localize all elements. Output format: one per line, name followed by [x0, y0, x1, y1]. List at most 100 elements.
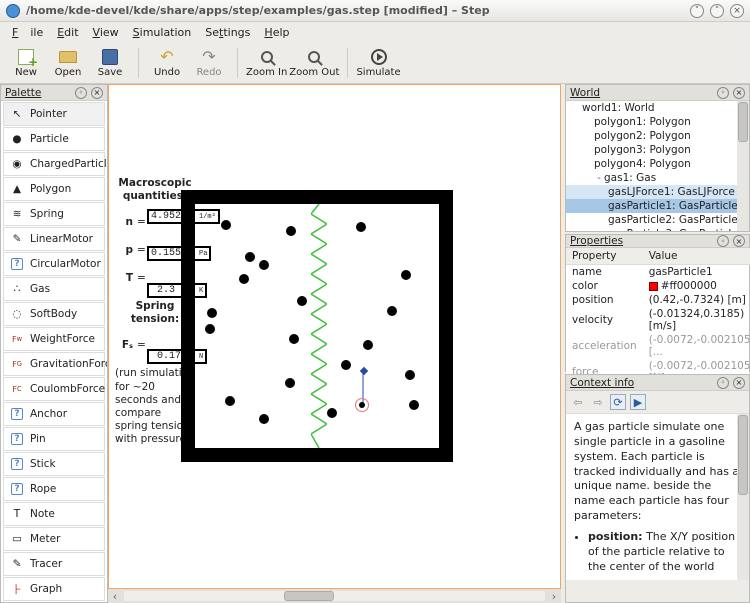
prop-row[interactable]: namegasParticle1 — [566, 265, 750, 280]
prop-row[interactable]: color#ff000000 — [566, 279, 750, 293]
menu-edit[interactable]: Edit — [51, 24, 84, 41]
zoom-out-icon — [308, 51, 320, 63]
canvas-hscroll[interactable]: ‹ › — [108, 589, 561, 603]
tree-item-selected[interactable]: gasParticle1: GasParticle — [566, 199, 749, 213]
open-button[interactable]: Open — [48, 44, 88, 82]
tree-item[interactable]: gasLJForce1: GasLJForce — [566, 185, 749, 199]
menu-file[interactable]: File — [6, 24, 49, 41]
tree-item[interactable]: world1: World — [566, 101, 749, 115]
tree-item[interactable]: -gas1: Gas — [566, 171, 749, 185]
close-icon[interactable]: × — [730, 4, 744, 18]
context-bullet: position: The X/Y position of the partic… — [588, 530, 741, 575]
scroll-right-icon[interactable]: › — [547, 590, 561, 603]
panel-close-icon[interactable]: × — [733, 87, 745, 99]
palette-item-pointer[interactable]: ↖Pointer — [3, 102, 105, 126]
palette-item-graph[interactable]: ⺊Graph — [3, 577, 105, 601]
stick-icon: ? — [10, 457, 24, 471]
maximize-icon[interactable]: ˄ — [710, 4, 724, 18]
panel-detach-icon[interactable]: ◦ — [717, 377, 729, 389]
palette-item-meter[interactable]: ▭Meter — [3, 527, 105, 551]
palette-item-pin[interactable]: ?Pin — [3, 427, 105, 451]
undo-icon: ↶ — [158, 48, 176, 66]
zoom-in-icon — [261, 51, 273, 63]
prop-row[interactable]: position(0.42,-0.7324) [m] — [566, 293, 750, 307]
palette-item-note[interactable]: TNote — [3, 502, 105, 526]
selected-particle[interactable] — [359, 402, 365, 408]
panel-close-icon[interactable]: × — [91, 87, 103, 99]
tree-item[interactable]: polygon2: Polygon — [566, 129, 749, 143]
palette-item-weightforce[interactable]: FwWeightForce — [3, 327, 105, 351]
ctx-forward-button[interactable]: ⇨ — [590, 394, 606, 410]
new-button[interactable]: New — [6, 44, 46, 82]
window-title: /home/kde-devel/kde/share/apps/step/exam… — [26, 4, 684, 17]
panel-detach-icon[interactable]: ◦ — [75, 87, 87, 99]
tree-item[interactable]: polygon1: Polygon — [566, 115, 749, 129]
palette-item-anchor[interactable]: ?Anchor — [3, 402, 105, 426]
panel-close-icon[interactable]: × — [733, 377, 745, 389]
meter-icon: ▭ — [10, 532, 24, 546]
zoom-out-button[interactable]: Zoom Out — [289, 44, 339, 82]
world-vscroll[interactable] — [737, 101, 749, 231]
world-title: World — [570, 87, 713, 99]
tracer-icon: ✎ — [10, 557, 24, 571]
ctx-execute-button[interactable]: ▶ — [630, 394, 646, 410]
save-button[interactable]: Save — [90, 44, 130, 82]
palette-item-rope[interactable]: ?Rope — [3, 477, 105, 501]
charged-particle-icon: ◉ — [10, 157, 24, 171]
minimize-icon[interactable]: ˅ — [690, 4, 704, 18]
palette-item-linearmotor[interactable]: ✎LinearMotor — [3, 227, 105, 251]
col-property[interactable]: Property — [566, 248, 643, 265]
pin-icon: ? — [10, 432, 24, 446]
prop-row[interactable]: velocity(-0.01324,0.3185) [m/s] — [566, 307, 750, 333]
ctx-sync-button[interactable]: ⟳ — [610, 394, 626, 410]
new-icon — [18, 49, 34, 65]
open-icon — [59, 51, 77, 63]
col-value[interactable]: Value — [643, 248, 750, 265]
simulation-canvas[interactable]: Macroscopic quantities: n= p= T= Spring … — [108, 84, 561, 589]
context-vscroll[interactable] — [737, 414, 749, 580]
gas-box — [181, 190, 453, 462]
context-title: Context info — [570, 377, 713, 389]
menu-simulation[interactable]: Simulation — [127, 24, 198, 41]
tree-item[interactable]: gasParticle2: GasParticle — [566, 213, 749, 227]
palette-item-gas[interactable]: ∴Gas — [3, 277, 105, 301]
graph-icon: ⺊ — [10, 582, 24, 596]
ctx-back-button[interactable]: ⇦ — [570, 394, 586, 410]
spring-icon: ≋ — [10, 207, 24, 221]
zoom-in-button[interactable]: Zoom In — [246, 44, 287, 82]
polygon-icon: ▲ — [10, 182, 24, 196]
menubar: File Edit View Simulation Settings Help — [0, 22, 750, 42]
palette-item-gravitationforce[interactable]: FGGravitationForce — [3, 352, 105, 376]
menu-view[interactable]: View — [87, 24, 125, 41]
tree-item[interactable]: gasParticle3: GasParticle — [566, 227, 749, 231]
world-tree[interactable]: world1: World polygon1: Polygon polygon2… — [566, 101, 749, 231]
color-swatch — [649, 282, 658, 291]
play-icon — [371, 49, 387, 65]
redo-button[interactable]: ↷Redo — [189, 44, 229, 82]
redo-icon: ↷ — [200, 48, 218, 66]
scroll-left-icon[interactable]: ‹ — [108, 590, 122, 603]
menu-settings[interactable]: Settings — [199, 24, 256, 41]
panel-detach-icon[interactable]: ◦ — [717, 87, 729, 99]
undo-button[interactable]: ↶Undo — [147, 44, 187, 82]
palette-item-softbody[interactable]: ◌SoftBody — [3, 302, 105, 326]
palette-item-circularmotor[interactable]: ?CircularMotor — [3, 252, 105, 276]
palette-item-polygon[interactable]: ▲Polygon — [3, 177, 105, 201]
palette-item-spring[interactable]: ≋Spring — [3, 202, 105, 226]
world-panel: World ◦ × world1: World polygon1: Polygo… — [565, 84, 750, 232]
toolbar: New Open Save ↶Undo ↷Redo Zoom In Zoom O… — [0, 42, 750, 84]
menu-help[interactable]: Help — [258, 24, 295, 41]
panel-close-icon[interactable]: × — [733, 235, 745, 247]
tree-item[interactable]: polygon4: Polygon — [566, 157, 749, 171]
palette-item-particle[interactable]: ●Particle — [3, 127, 105, 151]
palette-item-chargedparticle[interactable]: ◉ChargedParticle — [3, 152, 105, 176]
simulate-button[interactable]: Simulate — [356, 44, 400, 82]
spring-shape — [311, 204, 327, 448]
panel-detach-icon[interactable]: ◦ — [717, 235, 729, 247]
palette-item-coulombforce[interactable]: FCCoulombForce — [3, 377, 105, 401]
save-icon — [102, 49, 118, 65]
palette-item-tracer[interactable]: ✎Tracer — [3, 552, 105, 576]
palette-item-stick[interactable]: ?Stick — [3, 452, 105, 476]
tree-item[interactable]: polygon3: Polygon — [566, 143, 749, 157]
prop-row[interactable]: acceleration(-0.0072,-0.002105) [... — [566, 333, 750, 359]
